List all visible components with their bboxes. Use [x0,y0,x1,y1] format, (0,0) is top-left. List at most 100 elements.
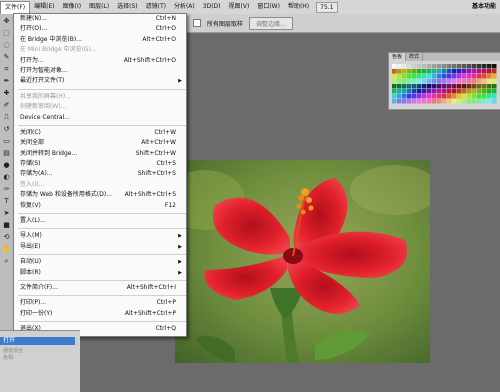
swatch-cell[interactable] [437,74,442,79]
menu-item-save-for-web[interactable]: 存储为 Web 和设备所用格式(D)... Alt+Shift+Ctrl+S [14,190,186,200]
menu-item-recent-files[interactable]: 最近打开文件(T) ▶ [14,76,186,86]
swatch-cell[interactable] [427,69,432,74]
swatch-cell[interactable] [477,99,482,104]
swatch-cell[interactable] [437,99,442,104]
swatch-cell[interactable] [437,64,442,69]
swatch-cell[interactable] [472,99,477,104]
swatch-cell[interactable] [487,69,492,74]
swatch-cell[interactable] [447,94,452,99]
swatch-cell[interactable] [407,64,412,69]
swatch-cell[interactable] [492,89,497,94]
swatch-cell[interactable] [477,84,482,89]
menu-item-automate[interactable]: 自动(U) ▶ [14,257,186,267]
dodge-tool-icon[interactable]: ◐ [2,173,11,182]
swatch-cell[interactable] [452,64,457,69]
swatch-cell[interactable] [447,99,452,104]
swatch-cell[interactable] [417,94,422,99]
swatch-cell[interactable] [442,84,447,89]
swatch-cell[interactable] [442,64,447,69]
swatch-cell[interactable] [422,94,427,99]
menu-3d[interactable]: 3D(D) [199,1,225,13]
swatch-cell[interactable] [442,69,447,74]
swatch-cell[interactable] [477,79,482,84]
swatch-cell[interactable] [422,99,427,104]
swatch-cell[interactable] [457,94,462,99]
swatch-cell[interactable] [462,79,467,84]
swatch-cell[interactable] [442,99,447,104]
swatch-cell[interactable] [477,64,482,69]
menu-item-save[interactable]: 存储(S) Ctrl+S [14,159,186,169]
swatch-cell[interactable] [407,89,412,94]
swatch-cell[interactable] [472,79,477,84]
swatch-cell[interactable] [462,69,467,74]
swatch-cell[interactable] [412,64,417,69]
swatch-cell[interactable] [437,84,442,89]
swatch-cell[interactable] [417,79,422,84]
document-canvas[interactable] [165,160,440,363]
swatch-cell[interactable] [412,69,417,74]
swatch-cell[interactable] [457,99,462,104]
swatch-cell[interactable] [472,64,477,69]
swatch-cell[interactable] [417,99,422,104]
swatch-cell[interactable] [392,79,397,84]
swatch-cell[interactable] [472,94,477,99]
hand-tool-icon[interactable]: ✋ [2,245,11,254]
swatch-cell[interactable] [402,84,407,89]
swatch-cell[interactable] [432,89,437,94]
eyedropper-tool-icon[interactable]: ✒ [2,77,11,86]
swatch-cell[interactable] [392,74,397,79]
swatch-cell[interactable] [397,94,402,99]
swatch-cell[interactable] [432,69,437,74]
swatch-cell[interactable] [397,84,402,89]
menu-item-print[interactable]: 打印(P)... Ctrl+P [14,298,186,308]
swatch-cell[interactable] [492,74,497,79]
swatch-cell[interactable] [462,64,467,69]
swatch-cell[interactable] [482,89,487,94]
swatch-cell[interactable] [487,84,492,89]
swatch-cell[interactable] [487,64,492,69]
swatch-cell[interactable] [412,79,417,84]
swatch-cell[interactable] [482,84,487,89]
menu-item-new[interactable]: 新建(N)... Ctrl+N [14,14,186,24]
swatch-cell[interactable] [467,74,472,79]
zoom-level[interactable]: 75.1 [316,1,338,13]
swatch-cell[interactable] [447,74,452,79]
swatch-cell[interactable] [412,74,417,79]
swatch-cell[interactable] [422,84,427,89]
swatch-cell[interactable] [397,74,402,79]
swatch-cell[interactable] [462,94,467,99]
type-tool-icon[interactable]: T [2,197,11,206]
swatch-cell[interactable] [427,79,432,84]
menu-view[interactable]: 视图(V) [225,1,254,13]
swatch-cell[interactable] [492,64,497,69]
swatch-cell[interactable] [457,74,462,79]
swatch-cell[interactable] [442,94,447,99]
swatch-grid[interactable] [392,64,498,106]
swatch-cell[interactable] [457,69,462,74]
swatch-cell[interactable] [422,79,427,84]
history-item-open[interactable]: 打开 [0,337,75,345]
swatch-cell[interactable] [407,79,412,84]
3d-rotate-tool-icon[interactable]: ⟲ [2,233,11,242]
swatch-cell[interactable] [472,69,477,74]
swatch-cell[interactable] [472,84,477,89]
swatch-cell[interactable] [437,69,442,74]
menu-item-close[interactable]: 关闭(C) Ctrl+W [14,128,186,138]
swatch-cell[interactable] [392,84,397,89]
swatch-cell[interactable] [402,69,407,74]
swatch-cell[interactable] [487,99,492,104]
lasso-tool-icon[interactable]: ◌ [2,41,11,50]
swatch-cell[interactable] [477,94,482,99]
swatch-cell[interactable] [462,99,467,104]
menu-item-scripts[interactable]: 脚本(R) ▶ [14,268,186,278]
menu-item-print-one-copy[interactable]: 打印一份(Y) Alt+Shift+Ctrl+P [14,309,186,319]
swatch-cell[interactable] [392,89,397,94]
swatch-cell[interactable] [477,69,482,74]
swatch-cell[interactable] [482,64,487,69]
swatch-cell[interactable] [442,74,447,79]
swatch-cell[interactable] [457,84,462,89]
sample-all-layers-checkbox[interactable] [193,19,201,27]
menu-help[interactable]: 帮助(H) [284,1,313,13]
stamp-tool-icon[interactable]: ⎍ [2,113,11,122]
swatch-cell[interactable] [492,69,497,74]
